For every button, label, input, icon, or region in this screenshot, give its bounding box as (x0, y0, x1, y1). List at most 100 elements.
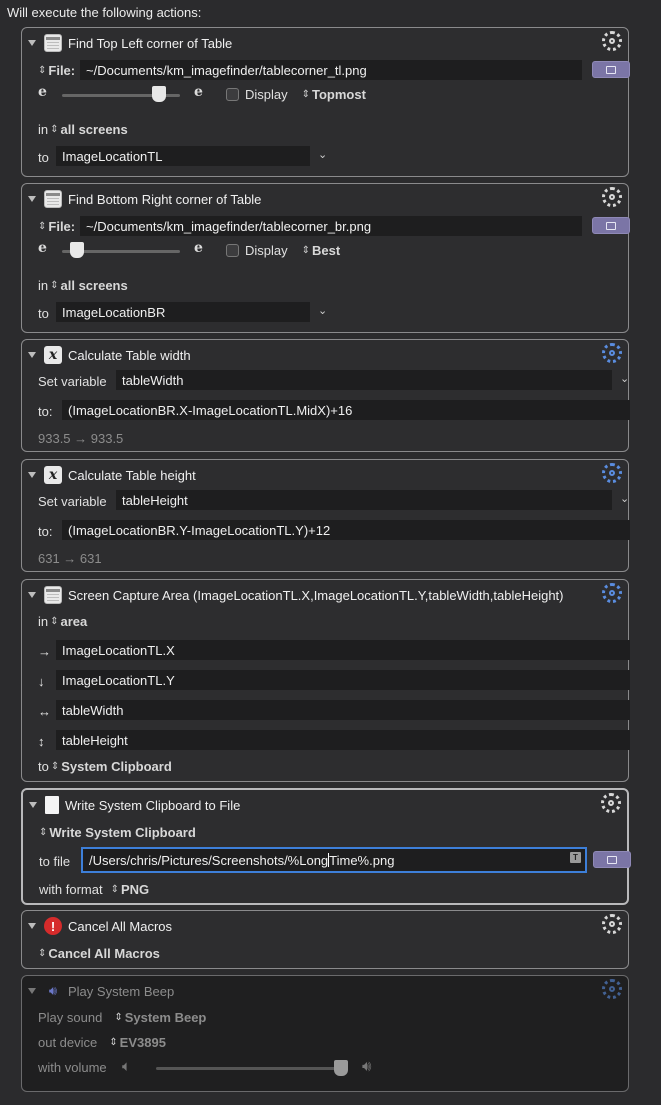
disclosure-triangle-icon[interactable] (29, 802, 37, 808)
disclosure-triangle-icon[interactable] (28, 988, 36, 994)
cancel-select[interactable]: Cancel All Macros (48, 946, 160, 961)
sound-select[interactable]: System Beep (125, 1010, 207, 1025)
updown-icon[interactable]: ⇕ (111, 884, 119, 895)
action-find-top-left[interactable]: Find Top Left corner of Table ⇕ File: ~/… (21, 27, 630, 177)
variable-field[interactable]: tableWidth (116, 370, 612, 390)
width-field[interactable]: tableWidth (56, 700, 630, 720)
action-write-clipboard[interactable]: Write System Clipboard to File ⇕ Write S… (21, 788, 631, 905)
file-path-input[interactable]: /Users/chris/Pictures/Screenshots/%Long T… (81, 847, 587, 873)
gear-icon[interactable] (602, 463, 622, 483)
updown-icon[interactable]: ⇕ (50, 124, 58, 135)
fuzz-slider-knob[interactable] (152, 86, 166, 102)
chevron-down-icon[interactable]: ⌄ (318, 304, 327, 317)
file-path-field[interactable]: ~/Documents/km_imagefinder/tablecorner_t… (80, 60, 582, 80)
disclosure-triangle-icon[interactable] (28, 352, 36, 358)
variable-field[interactable]: tableHeight (116, 490, 612, 510)
action-title[interactable]: Calculate Table height (68, 468, 196, 483)
updown-icon[interactable]: ⇕ (114, 1012, 122, 1023)
volume-low-icon: 🔈︎ (122, 1058, 132, 1075)
action-cancel-all-macros[interactable]: ! Cancel All Macros ⇕ Cancel All Macros (21, 910, 629, 969)
format-label: with format (39, 881, 103, 897)
window-action-icon (44, 34, 62, 52)
action-title[interactable]: Play System Beep (68, 984, 174, 999)
action-find-bottom-right[interactable]: Find Bottom Right corner of Table ⇕ File… (21, 183, 630, 333)
action-title[interactable]: Find Top Left corner of Table (68, 36, 232, 51)
chevron-down-icon[interactable]: ⌄ (620, 492, 629, 505)
set-variable-label: Set variable (38, 373, 107, 389)
disclosure-triangle-icon[interactable] (28, 923, 36, 929)
volume-slider-knob[interactable] (334, 1060, 348, 1076)
action-title[interactable]: Find Bottom Right corner of Table (68, 192, 261, 207)
file-path-text-a: /Users/chris/Pictures/Screenshots/%Long (89, 852, 329, 868)
action-screen-capture[interactable]: Screen Capture Area (ImageLocationTL.X,I… (21, 579, 630, 782)
action-play-beep[interactable]: 🔊︎ Play System Beep Play sound ⇕ System … (21, 975, 629, 1092)
updown-icon[interactable]: ⇕ (39, 827, 47, 838)
expression-field[interactable]: (ImageLocationBR.X-ImageLocationTL.MidX)… (62, 400, 630, 420)
file-path-field[interactable]: ~/Documents/km_imagefinder/tablecorner_b… (80, 216, 582, 236)
text-token-icon[interactable]: T (570, 852, 581, 863)
chevron-down-icon[interactable]: ⌄ (620, 372, 629, 385)
format-select[interactable]: PNG (121, 882, 149, 897)
file-label[interactable]: File: (48, 63, 75, 78)
updown-icon[interactable]: ⇕ (109, 1037, 117, 1048)
file-label[interactable]: File: (48, 219, 75, 234)
area-select[interactable]: area (61, 614, 88, 629)
action-calculate-width[interactable]: x Calculate Table width Set variable tab… (21, 339, 630, 452)
action-title[interactable]: Screen Capture Area (ImageLocationTL.X,I… (68, 588, 564, 603)
disclosure-triangle-icon[interactable] (28, 592, 36, 598)
chevron-down-icon[interactable]: ⌄ (318, 148, 327, 161)
volume-high-icon: 🔊︎ (362, 1058, 372, 1075)
updown-icon[interactable]: ⇕ (38, 65, 46, 76)
browse-file-button[interactable] (592, 217, 630, 234)
action-title[interactable]: Calculate Table width (68, 348, 191, 363)
left-field[interactable]: ImageLocationTL.X (56, 640, 630, 660)
gear-icon[interactable] (601, 793, 621, 813)
action-title-bar: ! Cancel All Macros (26, 915, 172, 937)
updown-icon[interactable]: ⇕ (50, 616, 58, 627)
updown-icon[interactable]: ⇕ (51, 761, 59, 772)
device-label: out device (38, 1034, 98, 1050)
top-field[interactable]: ImageLocationTL.Y (56, 670, 630, 690)
screen-select[interactable]: all screens (61, 278, 128, 293)
match-mode-select[interactable]: Best (312, 243, 340, 258)
fuzz-more-icon: e (194, 240, 203, 256)
updown-icon[interactable]: ⇕ (50, 280, 58, 291)
action-title-bar: 🔊︎ Play System Beep (26, 980, 174, 1002)
updown-icon[interactable]: ⇕ (302, 89, 310, 100)
gear-icon[interactable] (602, 979, 622, 999)
device-select[interactable]: EV3895 (120, 1035, 166, 1050)
disclosure-triangle-icon[interactable] (28, 472, 36, 478)
source-select[interactable]: Write System Clipboard (49, 825, 195, 840)
gear-icon[interactable] (602, 31, 622, 51)
gear-icon[interactable] (602, 187, 622, 207)
browse-file-button[interactable] (592, 61, 630, 78)
variable-field[interactable]: ImageLocationTL (56, 146, 310, 166)
screen-select[interactable]: all screens (61, 122, 128, 137)
action-title[interactable]: Cancel All Macros (68, 919, 172, 934)
sound-row: Play sound ⇕ System Beep (38, 1007, 628, 1027)
action-calculate-height[interactable]: x Calculate Table height Set variable ta… (21, 459, 630, 572)
browse-file-button[interactable] (593, 851, 631, 868)
display-checkbox[interactable] (226, 87, 239, 101)
variable-field[interactable]: ImageLocationBR (56, 302, 310, 322)
volume-slider-track[interactable] (156, 1067, 346, 1070)
disclosure-triangle-icon[interactable] (28, 196, 36, 202)
fuzz-slider-knob[interactable] (70, 242, 84, 258)
to-label: to: (38, 403, 53, 419)
expression-field[interactable]: (ImageLocationBR.Y-ImageLocationTL.Y)+12 (62, 520, 630, 540)
match-mode-select[interactable]: Topmost (312, 87, 366, 102)
height-field[interactable]: tableHeight (56, 730, 630, 750)
updown-icon[interactable]: ⇕ (38, 221, 46, 232)
action-title[interactable]: Write System Clipboard to File (65, 798, 240, 813)
sound-label: Play sound (38, 1009, 103, 1025)
updown-icon[interactable]: ⇕ (38, 948, 46, 959)
gear-icon[interactable] (602, 343, 622, 363)
gear-icon[interactable] (602, 583, 622, 603)
display-checkbox[interactable] (226, 243, 239, 257)
fuzz-less-icon: e (38, 84, 47, 100)
destination-select[interactable]: System Clipboard (61, 759, 172, 774)
gear-icon[interactable] (602, 914, 622, 934)
updown-icon[interactable]: ⇕ (302, 245, 310, 256)
disclosure-triangle-icon[interactable] (28, 40, 36, 46)
display-label: Display (245, 86, 288, 102)
